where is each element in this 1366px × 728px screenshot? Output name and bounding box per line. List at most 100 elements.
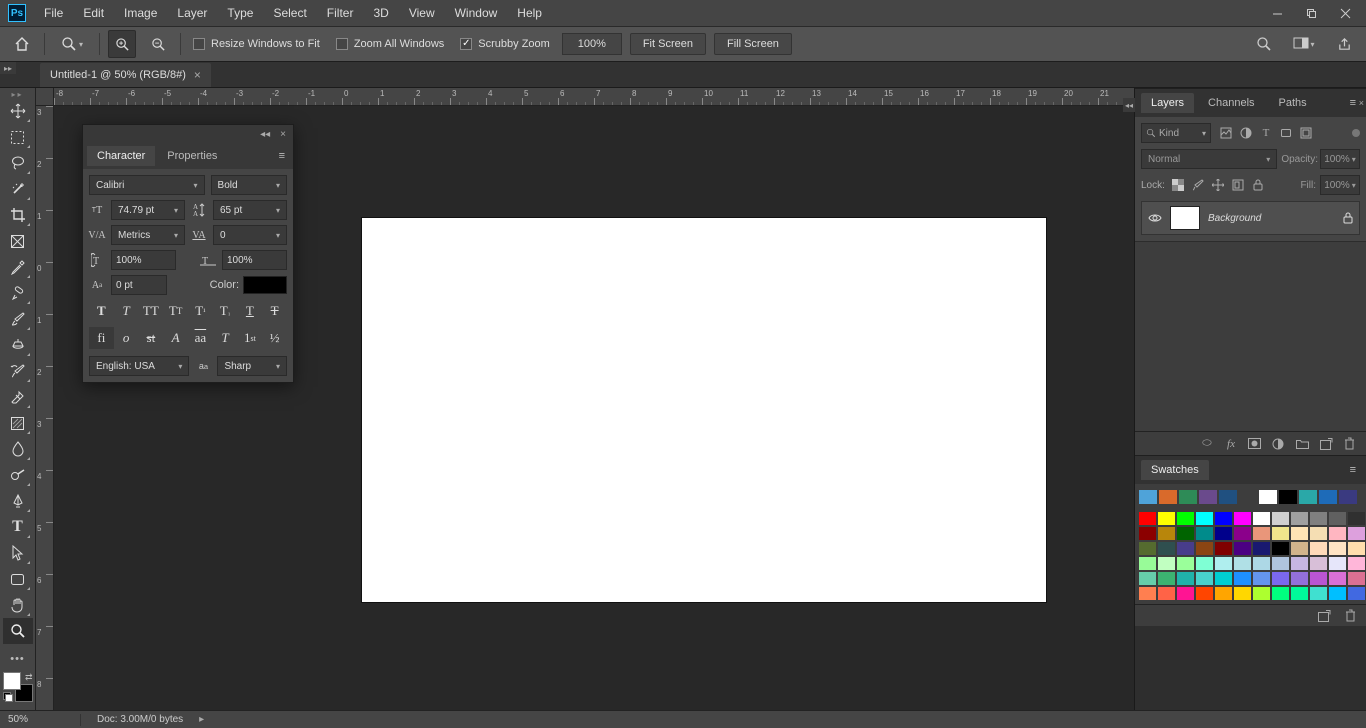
titling-alt-button[interactable]: T xyxy=(213,327,238,349)
swatch[interactable] xyxy=(1158,542,1175,555)
filter-shape-icon[interactable] xyxy=(1279,126,1293,140)
canvas-area[interactable]: -8-7-6-5-4-3-2-1012345678910111213141516… xyxy=(36,88,1134,710)
document-tab[interactable]: Untitled-1 @ 50% (RGB/8#) × xyxy=(40,63,211,87)
hscale-input[interactable]: 100% xyxy=(222,250,287,270)
menu-image[interactable]: Image xyxy=(114,2,167,24)
visibility-icon[interactable] xyxy=(1148,213,1162,223)
leading-input[interactable]: 65 pt▾ xyxy=(213,200,287,220)
panel-grip-icon[interactable]: ▸▸ xyxy=(8,90,28,98)
path-selection-tool[interactable] xyxy=(3,540,33,566)
search-icon[interactable] xyxy=(1250,30,1278,58)
lock-icon[interactable] xyxy=(1343,212,1353,224)
swatch[interactable] xyxy=(1158,572,1175,585)
brush-tool[interactable] xyxy=(3,306,33,332)
zoom-tool[interactable] xyxy=(3,618,33,644)
zoom-all-windows-checkbox[interactable]: Zoom All Windows xyxy=(332,38,448,50)
tab-swatches[interactable]: Swatches xyxy=(1141,460,1209,480)
swatch[interactable] xyxy=(1348,557,1365,570)
minimize-button[interactable] xyxy=(1260,0,1294,26)
swatch[interactable] xyxy=(1310,572,1327,585)
faux-italic-button[interactable]: T xyxy=(114,300,139,322)
swatch[interactable] xyxy=(1158,557,1175,570)
swatch[interactable] xyxy=(1196,572,1213,585)
swatch[interactable] xyxy=(1339,490,1357,504)
swatch[interactable] xyxy=(1253,542,1270,555)
dodge-tool[interactable] xyxy=(3,462,33,488)
baseline-shift-input[interactable]: 0 pt xyxy=(111,275,167,295)
fractions-button[interactable]: ½ xyxy=(262,327,287,349)
tab-channels[interactable]: Channels xyxy=(1198,93,1264,113)
swatch[interactable] xyxy=(1177,572,1194,585)
panel-menu-icon[interactable]: ≡ xyxy=(275,148,289,164)
allcaps-button[interactable]: TT xyxy=(139,300,164,322)
filter-pixel-icon[interactable] xyxy=(1219,126,1233,140)
ruler-origin[interactable] xyxy=(36,88,54,106)
swatch[interactable] xyxy=(1179,490,1197,504)
swatch[interactable] xyxy=(1177,527,1194,540)
swatch[interactable] xyxy=(1158,512,1175,525)
zoom-value-display[interactable]: 100% xyxy=(562,33,622,55)
swatch[interactable] xyxy=(1291,542,1308,555)
ordinals-button[interactable]: 1st xyxy=(238,327,263,349)
lock-transparency-icon[interactable] xyxy=(1171,178,1185,192)
contextual-alt-button[interactable]: o xyxy=(114,327,139,349)
link-layers-icon[interactable]: ⬭ xyxy=(1200,437,1214,450)
discretionary-lig-button[interactable]: st xyxy=(139,327,164,349)
swatch[interactable] xyxy=(1272,512,1289,525)
swatch[interactable] xyxy=(1234,572,1251,585)
hand-tool[interactable] xyxy=(3,592,33,618)
menu-view[interactable]: View xyxy=(399,2,445,24)
swatch[interactable] xyxy=(1199,490,1217,504)
close-icon[interactable]: × xyxy=(194,68,201,82)
fill-screen-button[interactable]: Fill Screen xyxy=(714,33,792,55)
lock-artboard-icon[interactable] xyxy=(1231,178,1245,192)
swatch[interactable] xyxy=(1196,557,1213,570)
swatch[interactable] xyxy=(1348,542,1365,555)
fill-input[interactable]: 100%▾ xyxy=(1320,175,1360,195)
antialias-select[interactable]: Sharp▾ xyxy=(217,356,287,376)
new-layer-icon[interactable] xyxy=(1320,438,1334,450)
tab-paths[interactable]: Paths xyxy=(1269,93,1317,113)
home-icon[interactable] xyxy=(8,30,36,58)
crop-tool[interactable] xyxy=(3,202,33,228)
lock-position-icon[interactable] xyxy=(1211,178,1225,192)
marquee-tool[interactable] xyxy=(3,124,33,150)
tracking-input[interactable]: 0▾ xyxy=(213,225,287,245)
tab-character[interactable]: Character xyxy=(87,146,155,166)
font-family-select[interactable]: Calibri▾ xyxy=(89,175,205,195)
history-brush-tool[interactable] xyxy=(3,358,33,384)
layers-list-area[interactable] xyxy=(1135,241,1366,431)
swatch[interactable] xyxy=(1310,557,1327,570)
swatch[interactable] xyxy=(1253,587,1270,600)
swatch[interactable] xyxy=(1234,542,1251,555)
swatch[interactable] xyxy=(1272,542,1289,555)
layer-thumbnail[interactable] xyxy=(1170,206,1200,230)
status-doc-info[interactable]: Doc: 3.00M/0 bytes xyxy=(97,714,183,725)
swatch[interactable] xyxy=(1215,542,1232,555)
language-select[interactable]: English: USA▾ xyxy=(89,356,189,376)
swatch[interactable] xyxy=(1348,512,1365,525)
swatch[interactable] xyxy=(1291,572,1308,585)
swatch[interactable] xyxy=(1234,557,1251,570)
ruler-vertical[interactable]: 321012345678910 xyxy=(36,106,54,710)
layer-mask-icon[interactable] xyxy=(1248,438,1262,449)
swatch[interactable] xyxy=(1348,587,1365,600)
layer-filter-kind[interactable]: Kind▾ xyxy=(1141,123,1211,143)
superscript-button[interactable]: T¹ xyxy=(188,300,213,322)
menu-file[interactable]: File xyxy=(34,2,73,24)
layer-fx-icon[interactable]: fx xyxy=(1224,438,1238,450)
swatch[interactable] xyxy=(1215,527,1232,540)
swatch[interactable] xyxy=(1348,572,1365,585)
swatch[interactable] xyxy=(1139,512,1156,525)
opacity-input[interactable]: 100%▾ xyxy=(1320,149,1360,169)
healing-brush-tool[interactable] xyxy=(3,280,33,306)
blend-mode-select[interactable]: Normal▾ xyxy=(1141,149,1277,169)
swap-colors-icon[interactable]: ⇄ xyxy=(25,672,33,683)
collapse-icon[interactable]: ◂◂ xyxy=(257,129,273,140)
swatch[interactable] xyxy=(1196,587,1213,600)
swatch[interactable] xyxy=(1259,490,1277,504)
close-button[interactable] xyxy=(1328,0,1362,26)
swatch[interactable] xyxy=(1299,490,1317,504)
faux-bold-button[interactable]: T xyxy=(89,300,114,322)
swatch[interactable] xyxy=(1310,527,1327,540)
